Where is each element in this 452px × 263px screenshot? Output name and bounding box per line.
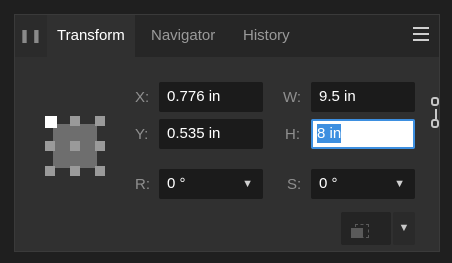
y-label: Y: bbox=[135, 126, 149, 143]
transform-content: X: 0.776 in W: 9.5 in Y: 0.535 in H: 8 i… bbox=[15, 57, 439, 253]
panel-tab-bar: ❚❚ Transform Navigator History bbox=[15, 15, 439, 57]
anchor-point-selector[interactable] bbox=[45, 116, 105, 176]
chain-link-top bbox=[431, 97, 439, 106]
anchor-center[interactable] bbox=[70, 141, 80, 151]
anchor-top-left[interactable] bbox=[45, 116, 57, 128]
anchor-top-right[interactable] bbox=[95, 116, 105, 126]
link-proportions-icon[interactable] bbox=[431, 97, 441, 131]
tab-history[interactable]: History bbox=[237, 15, 296, 57]
chevron-down-icon: ▼ bbox=[394, 178, 405, 190]
solid-square-icon bbox=[351, 228, 363, 238]
h-label: H: bbox=[285, 126, 300, 143]
anchor-top-center[interactable] bbox=[70, 116, 80, 126]
w-label: W: bbox=[283, 89, 302, 106]
anchor-middle-right[interactable] bbox=[95, 141, 105, 151]
shear-value: 0 ° bbox=[319, 175, 338, 192]
shear-dropdown[interactable]: 0 ° ▼ bbox=[311, 169, 415, 199]
anchor-bottom-right[interactable] bbox=[95, 166, 105, 176]
r-label: R: bbox=[135, 176, 150, 193]
transform-objects-separately-button[interactable] bbox=[341, 212, 391, 245]
s-label: S: bbox=[287, 176, 302, 193]
w-field[interactable]: 9.5 in bbox=[311, 82, 415, 112]
x-label: X: bbox=[135, 89, 150, 106]
rotation-value: 0 ° bbox=[167, 175, 186, 192]
chain-link-middle bbox=[435, 109, 437, 119]
y-field[interactable]: 0.535 in bbox=[159, 119, 263, 149]
h-field-selected-text: 8 in bbox=[317, 124, 342, 143]
tab-transform[interactable]: Transform bbox=[47, 15, 135, 57]
anchor-bottom-center[interactable] bbox=[70, 166, 80, 176]
tab-navigator[interactable]: Navigator bbox=[145, 15, 221, 57]
anchor-middle-left[interactable] bbox=[45, 141, 55, 151]
hamburger-icon[interactable] bbox=[413, 27, 429, 43]
anchor-bottom-left[interactable] bbox=[45, 166, 55, 176]
x-field[interactable]: 0.776 in bbox=[159, 82, 263, 112]
h-field[interactable]: 8 in bbox=[311, 119, 415, 149]
transform-options-dropdown[interactable]: ▼ bbox=[393, 212, 415, 245]
chain-link-bottom bbox=[431, 119, 439, 128]
grip-icon[interactable]: ❚❚ bbox=[15, 15, 47, 57]
rotation-dropdown[interactable]: 0 ° ▼ bbox=[159, 169, 263, 199]
chevron-down-icon: ▼ bbox=[242, 178, 253, 190]
transform-panel: ❚❚ Transform Navigator History X: 0.776 … bbox=[14, 14, 440, 252]
